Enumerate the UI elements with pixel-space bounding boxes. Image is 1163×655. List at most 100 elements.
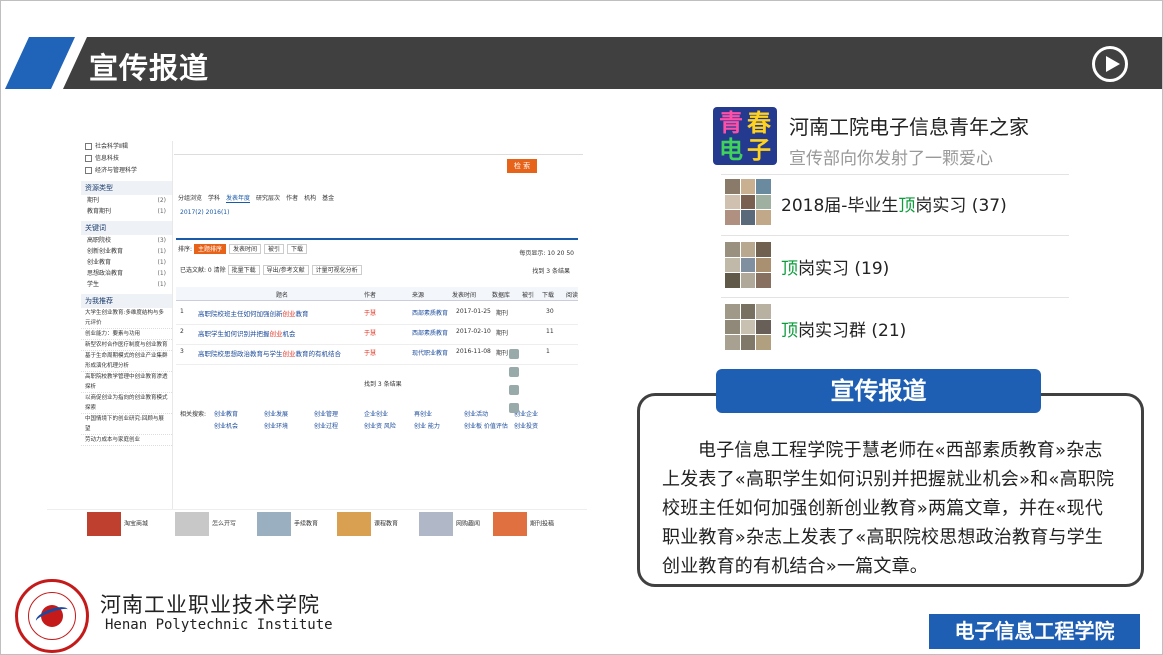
thumb-label: 期刊投稿: [530, 520, 555, 528]
row-source[interactable]: 西部素质教育: [412, 328, 448, 337]
pen-icon[interactable]: [509, 367, 519, 377]
per-page[interactable]: 每页显示: 10 20 50: [519, 248, 574, 257]
col-download: 下载: [542, 292, 555, 299]
label-text: 岗实习 (37): [915, 196, 1007, 216]
related-link[interactable]: 创业板 价值评估: [464, 421, 514, 433]
keyword-item[interactable]: 高职院校 (3): [81, 235, 172, 246]
tab-level[interactable]: 研究层次: [256, 195, 280, 202]
thumb-label: 课程教育: [374, 520, 399, 528]
table-row[interactable]: 2 高职学生如何识别并把握创业机会 于慧 西部素质教育 2017-02-10 期…: [176, 325, 578, 345]
thumb-image: [87, 512, 121, 536]
row-title[interactable]: 高职院校班主任如何加强创新创业教育: [198, 308, 309, 318]
tab-author[interactable]: 作者: [286, 195, 298, 202]
recommend-link[interactable]: 中国情境下的创业研究:回顾与展望: [81, 414, 172, 435]
item-count: (1): [157, 248, 167, 255]
keyword-item[interactable]: 学生 (1): [81, 279, 172, 290]
play-circle-icon[interactable]: [1092, 46, 1128, 82]
keyword-item[interactable]: 创业教育 (1): [81, 257, 172, 268]
title-highlight: 创业: [282, 350, 296, 358]
filter-sidebar: 社会科学Ⅱ辑 信息科技 经济与管理科学 资源类型 期刊 (2) 教育期刊 (1) 关…: [81, 141, 173, 541]
recommend-link[interactable]: 大学生创业教育:多维度结构与多元评价: [81, 308, 172, 329]
subject-check[interactable]: 经济与管理科学: [81, 165, 172, 177]
item-count: (1): [157, 208, 167, 215]
tab-fund[interactable]: 基金: [322, 195, 334, 202]
col-author: 作者: [364, 292, 377, 299]
title-text: 高职院校班主任如何加强创新: [198, 310, 283, 318]
row-source[interactable]: 西部素质教育: [412, 308, 448, 317]
year-filter[interactable]: 2017(2) 2016(1): [180, 209, 229, 216]
logo-char: 子: [747, 136, 771, 164]
related-link[interactable]: 创业环境: [264, 421, 314, 433]
thumb-item[interactable]: 课程教育: [337, 512, 398, 538]
thumb-item[interactable]: 淘宝商城: [87, 512, 148, 538]
recommend-link[interactable]: 高职院校教学管理中创业教育渗透探析: [81, 372, 172, 393]
row-title[interactable]: 高职院校思想政治教育与学生创业教育的有机结合: [198, 348, 341, 358]
related-link[interactable]: 创业投资: [514, 421, 564, 433]
label-highlight: 顶: [781, 259, 798, 279]
group-logo: 青 春 电 子: [713, 107, 777, 165]
keyword-item[interactable]: 创新创业教育 (1): [81, 246, 172, 257]
row-date: 2016-11-08: [456, 348, 491, 355]
search-button[interactable]: 检 索: [507, 159, 537, 173]
related-link[interactable]: 创业教育: [214, 409, 264, 421]
export-refs[interactable]: 导出/参考文献: [262, 265, 309, 275]
keyword-item[interactable]: 思想政治教育 (1): [81, 268, 172, 279]
related-link[interactable]: 企业创业: [364, 409, 414, 421]
related-link[interactable]: 再创业: [414, 409, 464, 421]
subject-check[interactable]: 社会科学Ⅱ辑: [81, 141, 172, 153]
item-label: 期刊: [87, 197, 100, 204]
tab-subject[interactable]: 学科: [208, 195, 220, 202]
row-db: 期刊: [496, 310, 509, 317]
item-count: (1): [157, 259, 167, 266]
batch-download[interactable]: 批量下载: [227, 265, 260, 275]
label-highlight: 顶: [781, 321, 798, 341]
row-download[interactable]: 1: [546, 348, 550, 355]
thumb-item[interactable]: 网购趣闻: [419, 512, 480, 538]
thumb-item[interactable]: 期刊投稿: [493, 512, 554, 538]
resource-type-item[interactable]: 教育期刊 (1): [81, 206, 172, 217]
sort-download[interactable]: 下载: [287, 244, 308, 254]
divider: [721, 235, 1069, 236]
tab-group[interactable]: 分组浏览: [178, 195, 202, 202]
recommend-link[interactable]: 新型农村合作医疗制度与创业教育: [81, 340, 172, 351]
group-name: 河南工院电子信息青年之家: [789, 115, 1029, 139]
thumb-label: 怎么开写: [212, 520, 237, 528]
group-item-label: 2018届-毕业生顶岗实习 (37): [781, 191, 1007, 216]
title-text: 教育: [295, 310, 309, 318]
related-link[interactable]: 创业机会: [214, 421, 264, 433]
row-source[interactable]: 现代职业教育: [412, 348, 448, 357]
row-author[interactable]: 于慧: [364, 328, 376, 337]
recommend-link[interactable]: 基于生命周期模式的创业产业集群形成演化机理分析: [81, 351, 172, 372]
recommend-link[interactable]: 劳动力成本与家庭创业: [81, 435, 172, 446]
recommend-link[interactable]: 创业能力：要素与功用: [81, 329, 172, 340]
sort-date[interactable]: 发表时间: [228, 244, 261, 254]
table-row[interactable]: 1 高职院校班主任如何加强创新创业教育 于慧 西部素质教育 2017-01-25…: [176, 305, 578, 325]
comment-icon[interactable]: [509, 349, 519, 359]
row-title[interactable]: 高职学生如何识别并把握创业机会: [198, 328, 296, 338]
thumb-item[interactable]: 手续教育: [257, 512, 318, 538]
row-date: 2017-01-25: [456, 308, 491, 315]
related-link[interactable]: 创业过程: [314, 421, 364, 433]
tab-org[interactable]: 机构: [304, 195, 316, 202]
sort-cited[interactable]: 被引: [263, 244, 284, 254]
related-link[interactable]: 创业管理: [314, 409, 364, 421]
divider: [721, 174, 1069, 175]
results-main: 检 索 分组浏览 学科 发表年度 研究层次 作者 机构 基金 2017(2) 2016(1)…: [174, 141, 583, 541]
row-author[interactable]: 于慧: [364, 348, 376, 357]
related-link[interactable]: 创业资 风险: [364, 421, 414, 433]
related-link[interactable]: 创业活动: [464, 409, 514, 421]
row-author[interactable]: 于慧: [364, 308, 376, 317]
resource-type-item[interactable]: 期刊 (2): [81, 195, 172, 206]
note-icon[interactable]: [509, 385, 519, 395]
row-download[interactable]: 30: [546, 308, 554, 315]
related-link[interactable]: 创业发展: [264, 409, 314, 421]
subject-check[interactable]: 信息科技: [81, 153, 172, 165]
related-link[interactable]: 创业 能力: [414, 421, 464, 433]
row-download[interactable]: 11: [546, 328, 554, 335]
top-icon[interactable]: [509, 403, 519, 413]
visual-analysis[interactable]: 计量可视化分析: [311, 265, 362, 275]
thumb-item[interactable]: 怎么开写: [175, 512, 236, 538]
recommend-link[interactable]: 以商促创业为指向的创业教育模式探索: [81, 393, 172, 414]
sort-topic[interactable]: 主题排序: [193, 244, 226, 254]
tab-year[interactable]: 发表年度: [226, 195, 251, 203]
